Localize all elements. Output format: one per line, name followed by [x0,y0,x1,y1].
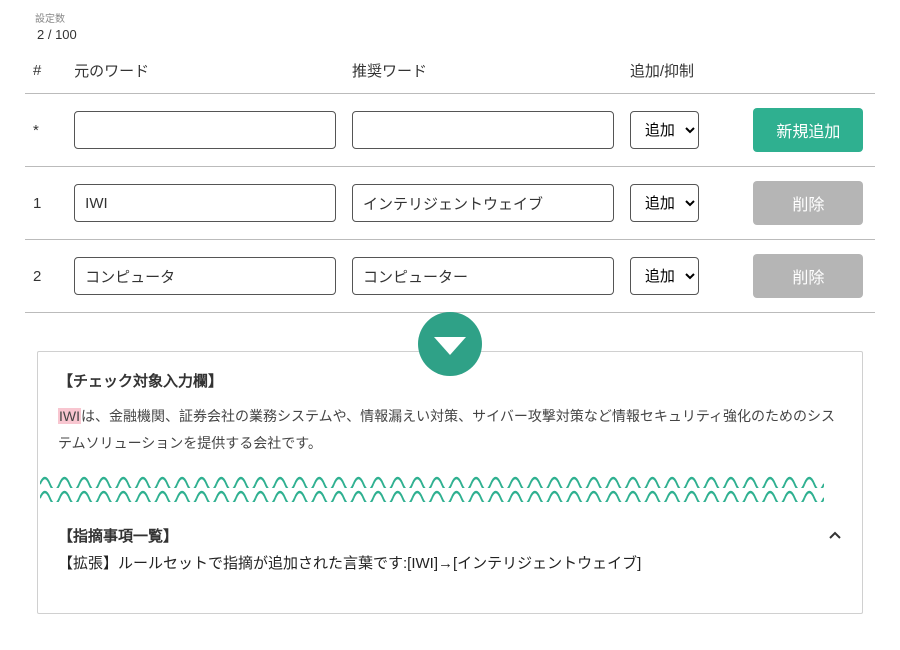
mode-select[interactable]: 追加 抑制 [630,184,699,222]
count-label: 設定数 [35,10,875,25]
highlighted-word: IWI [58,408,81,424]
table-row: 1 追加 抑制 削除 [25,167,875,240]
wavy-separator [58,474,842,502]
delete-button[interactable]: 削除 [753,181,863,225]
delete-button[interactable]: 削除 [753,254,863,298]
new-source-input[interactable] [74,111,336,149]
check-target-body: IWIは、金融機関、証券会社の業務システムや、情報漏えい対策、サイバー攻撃対策な… [58,403,842,456]
mode-select[interactable]: 追加 抑制 [630,257,699,295]
issues-title: 【指摘事項一覧】 [58,525,178,546]
source-input[interactable] [74,257,336,295]
issues-panel: 【指摘事項一覧】 【拡張】ルールセットで指摘が追加された言葉です:[IWI]→[… [37,517,863,614]
row-number: 1 [25,167,66,240]
chevron-up-icon[interactable] [828,529,842,543]
table-row: 2 追加 抑制 削除 [25,240,875,313]
source-input[interactable] [74,184,336,222]
check-target-panel: 【チェック対象入力欄】 IWIは、金融機関、証券会社の業務システムや、情報漏えい… [37,351,863,519]
issue-item: 【拡張】ルールセットで指摘が追加された言葉です:[IWI]→[インテリジェントウ… [58,552,842,573]
row-number: 2 [25,240,66,313]
count-value: 2 / 100 [37,27,875,42]
new-rule-row: * 追加 抑制 新規追加 [25,94,875,167]
recommended-input[interactable] [352,184,614,222]
header-source-word: 元のワード [66,50,344,94]
new-recommended-input[interactable] [352,111,614,149]
recommended-input[interactable] [352,257,614,295]
header-recommended-word: 推奨ワード [344,50,622,94]
check-target-text: は、金融機関、証券会社の業務システムや、情報漏えい対策、サイバー攻撃対策など情報… [58,408,835,451]
row-marker: * [25,94,66,167]
down-arrow-icon [418,312,482,376]
header-number: # [25,50,66,94]
new-mode-select[interactable]: 追加 抑制 [630,111,699,149]
rules-table: # 元のワード 推奨ワード 追加/抑制 * 追加 抑制 新規追加 [25,50,875,313]
add-new-button[interactable]: 新規追加 [753,108,863,152]
header-mode: 追加/抑制 [622,50,745,94]
